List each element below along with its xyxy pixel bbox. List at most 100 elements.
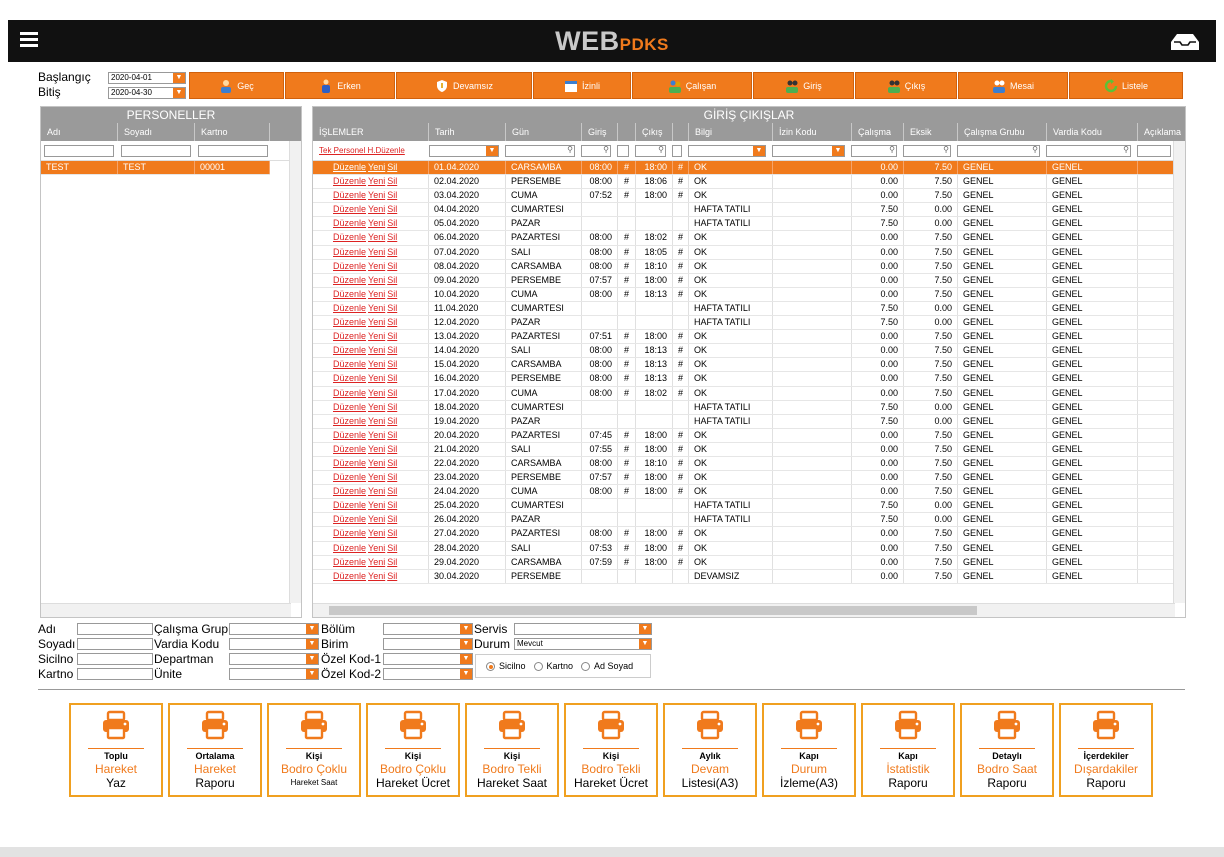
delete-link[interactable]: Sil: [387, 303, 397, 313]
edit-link[interactable]: Düzenle: [333, 430, 366, 440]
new-link[interactable]: Yeni: [368, 543, 385, 553]
edit-link[interactable]: Düzenle: [333, 162, 366, 172]
filter-soyadi-input[interactable]: [121, 144, 191, 157]
table-row[interactable]: Düzenle Yeni Sil 19.04.2020 PAZAR HAFTA TATIL…: [313, 414, 1175, 429]
edit-link[interactable]: Düzenle: [333, 458, 366, 468]
durum-select[interactable]: Mevcut ▼: [514, 638, 652, 650]
delete-link[interactable]: Sil: [387, 458, 397, 468]
new-link[interactable]: Yeni: [368, 359, 385, 369]
table-row[interactable]: Düzenle Yeni Sil 10.04.2020 CUMA 08:00 #18:13 #…: [313, 287, 1175, 302]
edit-link[interactable]: Düzenle: [333, 388, 366, 398]
table-row[interactable]: Düzenle Yeni Sil 13.04.2020 PAZARTESI 07:51 #1…: [313, 330, 1175, 345]
new-link[interactable]: Yeni: [368, 317, 385, 327]
table-row[interactable]: Düzenle Yeni Sil 09.04.2020 PERSEMBE 07:57 #18…: [313, 273, 1175, 288]
chevron-down-icon[interactable]: ▼: [173, 88, 185, 98]
table-row[interactable]: Düzenle Yeni Sil 15.04.2020 CARSAMBA 08:00 #18…: [313, 358, 1175, 373]
delete-link[interactable]: Sil: [387, 416, 397, 426]
delete-link[interactable]: Sil: [387, 218, 397, 228]
col-5[interactable]: Çıkış: [636, 123, 673, 141]
delete-link[interactable]: Sil: [387, 176, 397, 186]
entries-vscroll[interactable]: [1173, 141, 1185, 603]
delete-link[interactable]: Sil: [387, 528, 397, 538]
table-row[interactable]: Düzenle Yeni Sil 11.04.2020 CUMARTESI HAFTA T…: [313, 301, 1175, 317]
table-row[interactable]: Düzenle Yeni Sil 02.04.2020 PERSEMBE 08:00 #18…: [313, 175, 1175, 190]
filter-icon[interactable]: ⚲: [658, 145, 664, 154]
entry-button[interactable]: Giriş: [753, 72, 854, 99]
edit-link[interactable]: Düzenle: [333, 204, 366, 214]
chevron-down-icon[interactable]: ▼: [306, 669, 318, 679]
new-link[interactable]: Yeni: [368, 289, 385, 299]
new-link[interactable]: Yeni: [368, 345, 385, 355]
overtime-button[interactable]: Mesai: [958, 72, 1068, 99]
new-link[interactable]: Yeni: [368, 176, 385, 186]
new-link[interactable]: Yeni: [368, 472, 385, 482]
servis-select[interactable]: ▼: [514, 623, 652, 635]
table-row[interactable]: Düzenle Yeni Sil 21.04.2020 SALI 07:55 #18:00 #…: [313, 442, 1175, 457]
list-button[interactable]: Listele: [1069, 72, 1183, 99]
new-link[interactable]: Yeni: [368, 388, 385, 398]
personnel-vscroll[interactable]: [289, 141, 301, 603]
table-row[interactable]: Düzenle Yeni Sil 28.04.2020 SALI 07:53 #18:00 #…: [313, 541, 1175, 556]
edit-link[interactable]: Düzenle: [333, 416, 366, 426]
edit-link[interactable]: Düzenle: [333, 359, 366, 369]
edit-link[interactable]: Düzenle: [333, 176, 366, 186]
radio-ad-soyad[interactable]: Ad Soyad: [581, 661, 633, 672]
new-link[interactable]: Yeni: [368, 190, 385, 200]
delete-link[interactable]: Sil: [387, 190, 397, 200]
table-row[interactable]: Düzenle Yeni Sil 26.04.2020 PAZAR HAFTA TATIL…: [313, 513, 1175, 528]
delete-link[interactable]: Sil: [387, 359, 397, 369]
new-link[interactable]: Yeni: [368, 528, 385, 538]
col-4[interactable]: [618, 123, 636, 141]
delete-link[interactable]: Sil: [387, 402, 397, 412]
delete-link[interactable]: Sil: [387, 472, 397, 482]
delete-link[interactable]: Sil: [387, 444, 397, 454]
edit-link[interactable]: Düzenle: [333, 275, 366, 285]
table-row[interactable]: Düzenle Yeni Sil 04.04.2020 CUMARTESI HAFTA T…: [313, 203, 1175, 218]
soyadi-input[interactable]: [77, 638, 153, 650]
report-button-4[interactable]: Kişi Bodro Tekli Hareket Saat: [465, 703, 559, 797]
chevron-down-icon[interactable]: ▼: [460, 654, 472, 664]
radio-kartno[interactable]: Kartno: [533, 661, 573, 672]
edit-link[interactable]: Düzenle: [333, 500, 366, 510]
edit-link[interactable]: Düzenle: [333, 514, 366, 524]
exit-button[interactable]: Çıkış: [855, 72, 957, 99]
filter-icon[interactable]: ⚲: [567, 145, 573, 154]
new-link[interactable]: Yeni: [368, 204, 385, 214]
bolum-select[interactable]: ▼: [383, 623, 473, 635]
grid-filter-6[interactable]: ▼: [688, 144, 766, 157]
report-button-5[interactable]: Kişi Bodro Tekli Hareket Ücret: [564, 703, 658, 797]
inbox-icon[interactable]: [1170, 33, 1200, 51]
delete-link[interactable]: Sil: [387, 373, 397, 383]
new-link[interactable]: Yeni: [368, 232, 385, 242]
edit-link[interactable]: Düzenle: [333, 557, 366, 567]
table-row[interactable]: Düzenle Yeni Sil 06.04.2020 PAZARTESI 08:00 #1…: [313, 231, 1175, 246]
table-row[interactable]: Düzenle Yeni Sil 23.04.2020 PERSEMBE 07:57 #18…: [313, 471, 1175, 486]
delete-link[interactable]: Sil: [387, 162, 397, 172]
new-link[interactable]: Yeni: [368, 402, 385, 412]
edit-link[interactable]: Düzenle: [333, 444, 366, 454]
delete-link[interactable]: Sil: [387, 275, 397, 285]
chevron-down-icon[interactable]: ▼: [639, 639, 651, 649]
table-row[interactable]: Düzenle Yeni Sil 24.04.2020 CUMA 08:00 #18:00 #…: [313, 485, 1175, 500]
early-button[interactable]: Erken: [285, 72, 395, 99]
col-soyadi[interactable]: Soyadı: [118, 123, 195, 141]
entries-hscroll[interactable]: [313, 603, 1175, 617]
table-row[interactable]: Düzenle Yeni Sil 12.04.2020 PAZAR HAFTA TATIL…: [313, 316, 1175, 331]
col-9[interactable]: Çalışma: [852, 123, 904, 141]
filter-icon[interactable]: ⚲: [943, 145, 949, 154]
delete-link[interactable]: Sil: [387, 345, 397, 355]
table-row[interactable]: Düzenle Yeni Sil 14.04.2020 SALI 08:00 #18:13 #…: [313, 344, 1175, 359]
table-row[interactable]: Düzenle Yeni Sil 08.04.2020 CARSAMBA 08:00 #18…: [313, 259, 1175, 274]
end-date-input[interactable]: 2020-04-30 ▼: [108, 87, 186, 99]
delete-link[interactable]: Sil: [387, 247, 397, 257]
table-row[interactable]: Düzenle Yeni Sil 03.04.2020 CUMA 07:52 #18:00 #…: [313, 189, 1175, 204]
entries-hscroll-thumb[interactable]: [329, 606, 977, 615]
col-1[interactable]: Tarih: [429, 123, 506, 141]
start-date-input[interactable]: 2020-04-01 ▼: [108, 72, 186, 84]
edit-link[interactable]: Düzenle: [333, 190, 366, 200]
chevron-down-icon[interactable]: ▼: [306, 639, 318, 649]
new-link[interactable]: Yeni: [368, 162, 385, 172]
filter-icon[interactable]: ⚲: [603, 145, 609, 154]
chevron-down-icon[interactable]: ▼: [460, 639, 472, 649]
filter-icon[interactable]: ⚲: [1032, 145, 1038, 154]
